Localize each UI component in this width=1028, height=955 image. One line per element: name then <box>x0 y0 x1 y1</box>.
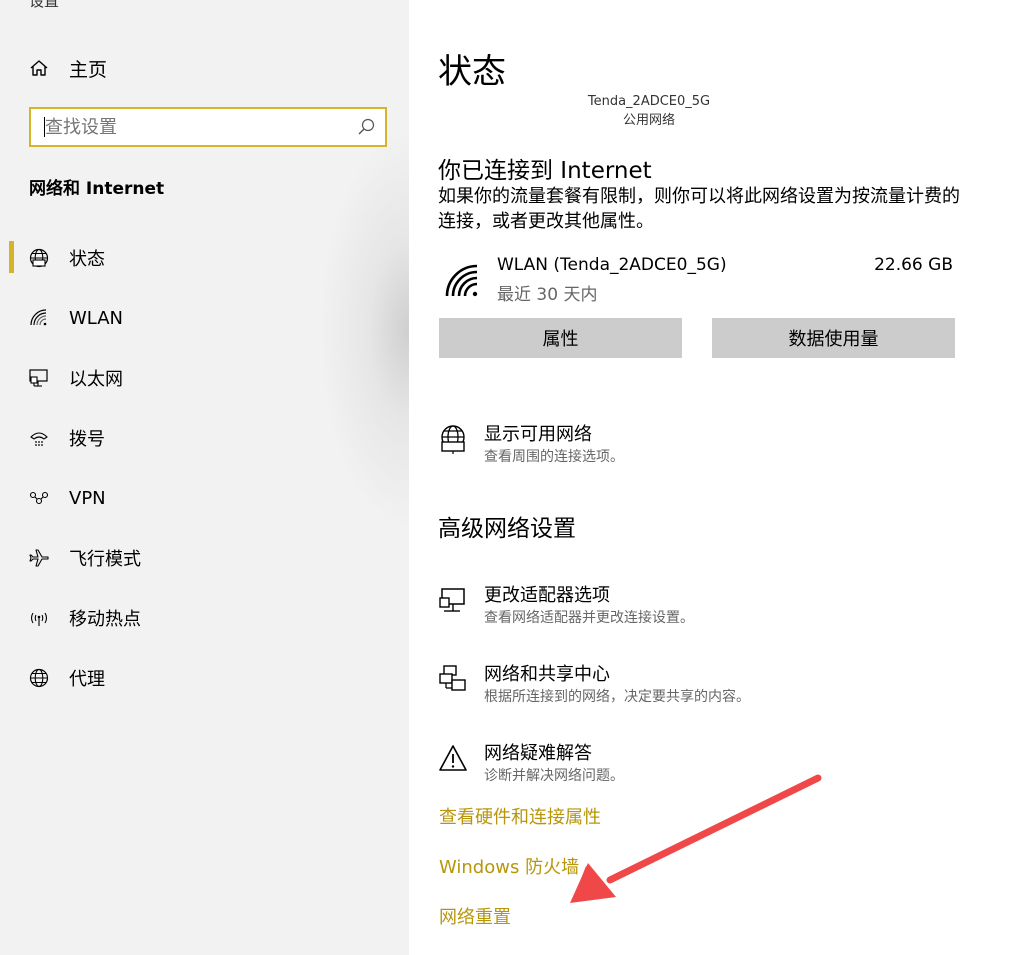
sidebar-item-label: 代理 <box>69 669 105 690</box>
network-type: 公用网络 <box>622 113 675 128</box>
connection-status-heading: 你已连接到 Internet <box>438 158 652 184</box>
sidebar-item-label: WLAN <box>69 307 124 329</box>
show-networks-title: 显示可用网络 <box>484 424 592 445</box>
text-cursor <box>44 117 45 137</box>
warning-icon <box>439 745 467 771</box>
adapter-options-item[interactable]: 更改适配器选项 查看网络适配器并更改连接设置。 <box>438 581 978 629</box>
sidebar-item-dialup[interactable]: 拨号 <box>0 418 409 458</box>
home-icon <box>30 60 48 76</box>
adapter-options-subtitle: 查看网络适配器并更改连接设置。 <box>484 610 694 626</box>
sidebar-item-vpn[interactable]: VPN <box>0 478 409 518</box>
properties-button[interactable]: 属性 <box>439 318 682 358</box>
sidebar-item-label: 以太网 <box>69 369 123 390</box>
globe-icon <box>29 248 49 268</box>
wlan-usage-row: WLAN (Tenda_2ADCE0_5G) 最近 30 天内 22.66 GB <box>438 253 958 305</box>
network-name: Tenda_2ADCE0_5G <box>587 94 711 109</box>
vpn-icon <box>29 491 49 505</box>
sidebar-item-label: VPN <box>69 487 106 509</box>
home-nav-item[interactable]: 主页 <box>29 55 107 81</box>
ethernet-icon <box>29 369 48 387</box>
sidebar-item-wlan[interactable]: WLAN <box>0 298 409 338</box>
sharing-center-icon <box>439 665 466 691</box>
app-title: 设置 <box>29 0 60 10</box>
globe-icon <box>29 668 49 688</box>
wlan-name: WLAN (Tenda_2ADCE0_5G) <box>497 255 727 275</box>
page-title: 状态 <box>438 52 506 92</box>
sidebar: 设置 主页 网络和 Internet 状态 <box>0 0 409 955</box>
sidebar-item-proxy[interactable]: 代理 <box>0 658 409 698</box>
globe-network-icon <box>441 425 465 454</box>
dialup-icon <box>30 432 48 446</box>
airplane-icon <box>29 549 49 567</box>
windows-firewall-link[interactable]: Windows 防火墙 <box>439 853 579 879</box>
search-box[interactable] <box>29 107 387 147</box>
sidebar-item-label: 移动热点 <box>69 609 141 630</box>
adapter-options-title: 更改适配器选项 <box>484 585 610 606</box>
troubleshoot-subtitle: 诊断并解决网络问题。 <box>484 768 624 784</box>
home-label: 主页 <box>69 58 108 81</box>
sidebar-item-ethernet[interactable]: 以太网 <box>0 358 409 398</box>
sidebar-item-hotspot[interactable]: 移动热点 <box>0 598 409 638</box>
troubleshoot-item[interactable]: 网络疑难解答 诊断并解决网络问题。 <box>438 739 978 787</box>
network-info: Tenda_2ADCE0_5G 公用网络 <box>549 92 749 130</box>
sidebar-item-airplane[interactable]: 飞行模式 <box>0 538 409 578</box>
connection-description: 如果你的流量套餐有限制，则你可以将此网络设置为按流量计费的连接，或者更改其他属性… <box>438 186 960 232</box>
wifi-icon <box>445 264 478 297</box>
show-networks-subtitle: 查看周围的连接选项。 <box>484 449 624 465</box>
sidebar-item-label: 飞行模式 <box>69 549 141 570</box>
sharing-center-title: 网络和共享中心 <box>484 664 610 685</box>
network-reset-link[interactable]: 网络重置 <box>439 903 511 929</box>
hotspot-icon <box>30 612 48 626</box>
main-content: 状态 Tenda_2ADCE0_5G 公用网络 你已连接到 Internet 如… <box>409 0 1028 955</box>
sidebar-item-status[interactable]: 状态 <box>0 238 409 278</box>
active-indicator <box>9 241 14 273</box>
advanced-settings-heading: 高级网络设置 <box>438 516 576 542</box>
hardware-properties-link[interactable]: 查看硬件和连接属性 <box>439 803 601 829</box>
search-icon[interactable] <box>357 118 375 136</box>
sidebar-item-label: 状态 <box>69 249 105 270</box>
sidebar-item-label: 拨号 <box>69 429 105 450</box>
sharing-center-item[interactable]: 网络和共享中心 根据所连接到的网络，决定要共享的内容。 <box>438 660 978 708</box>
show-networks-item[interactable]: 显示可用网络 查看周围的连接选项。 <box>438 420 978 468</box>
troubleshoot-title: 网络疑难解答 <box>484 743 592 764</box>
wlan-period: 最近 30 天内 <box>497 285 598 305</box>
section-title: 网络和 Internet <box>29 179 165 199</box>
sharing-center-subtitle: 根据所连接到的网络，决定要共享的内容。 <box>484 689 750 705</box>
adapter-icon <box>439 588 465 612</box>
search-input[interactable] <box>31 109 355 145</box>
wifi-icon <box>30 309 47 326</box>
data-usage-button[interactable]: 数据使用量 <box>712 318 955 358</box>
wlan-usage: 22.66 GB <box>874 255 953 275</box>
